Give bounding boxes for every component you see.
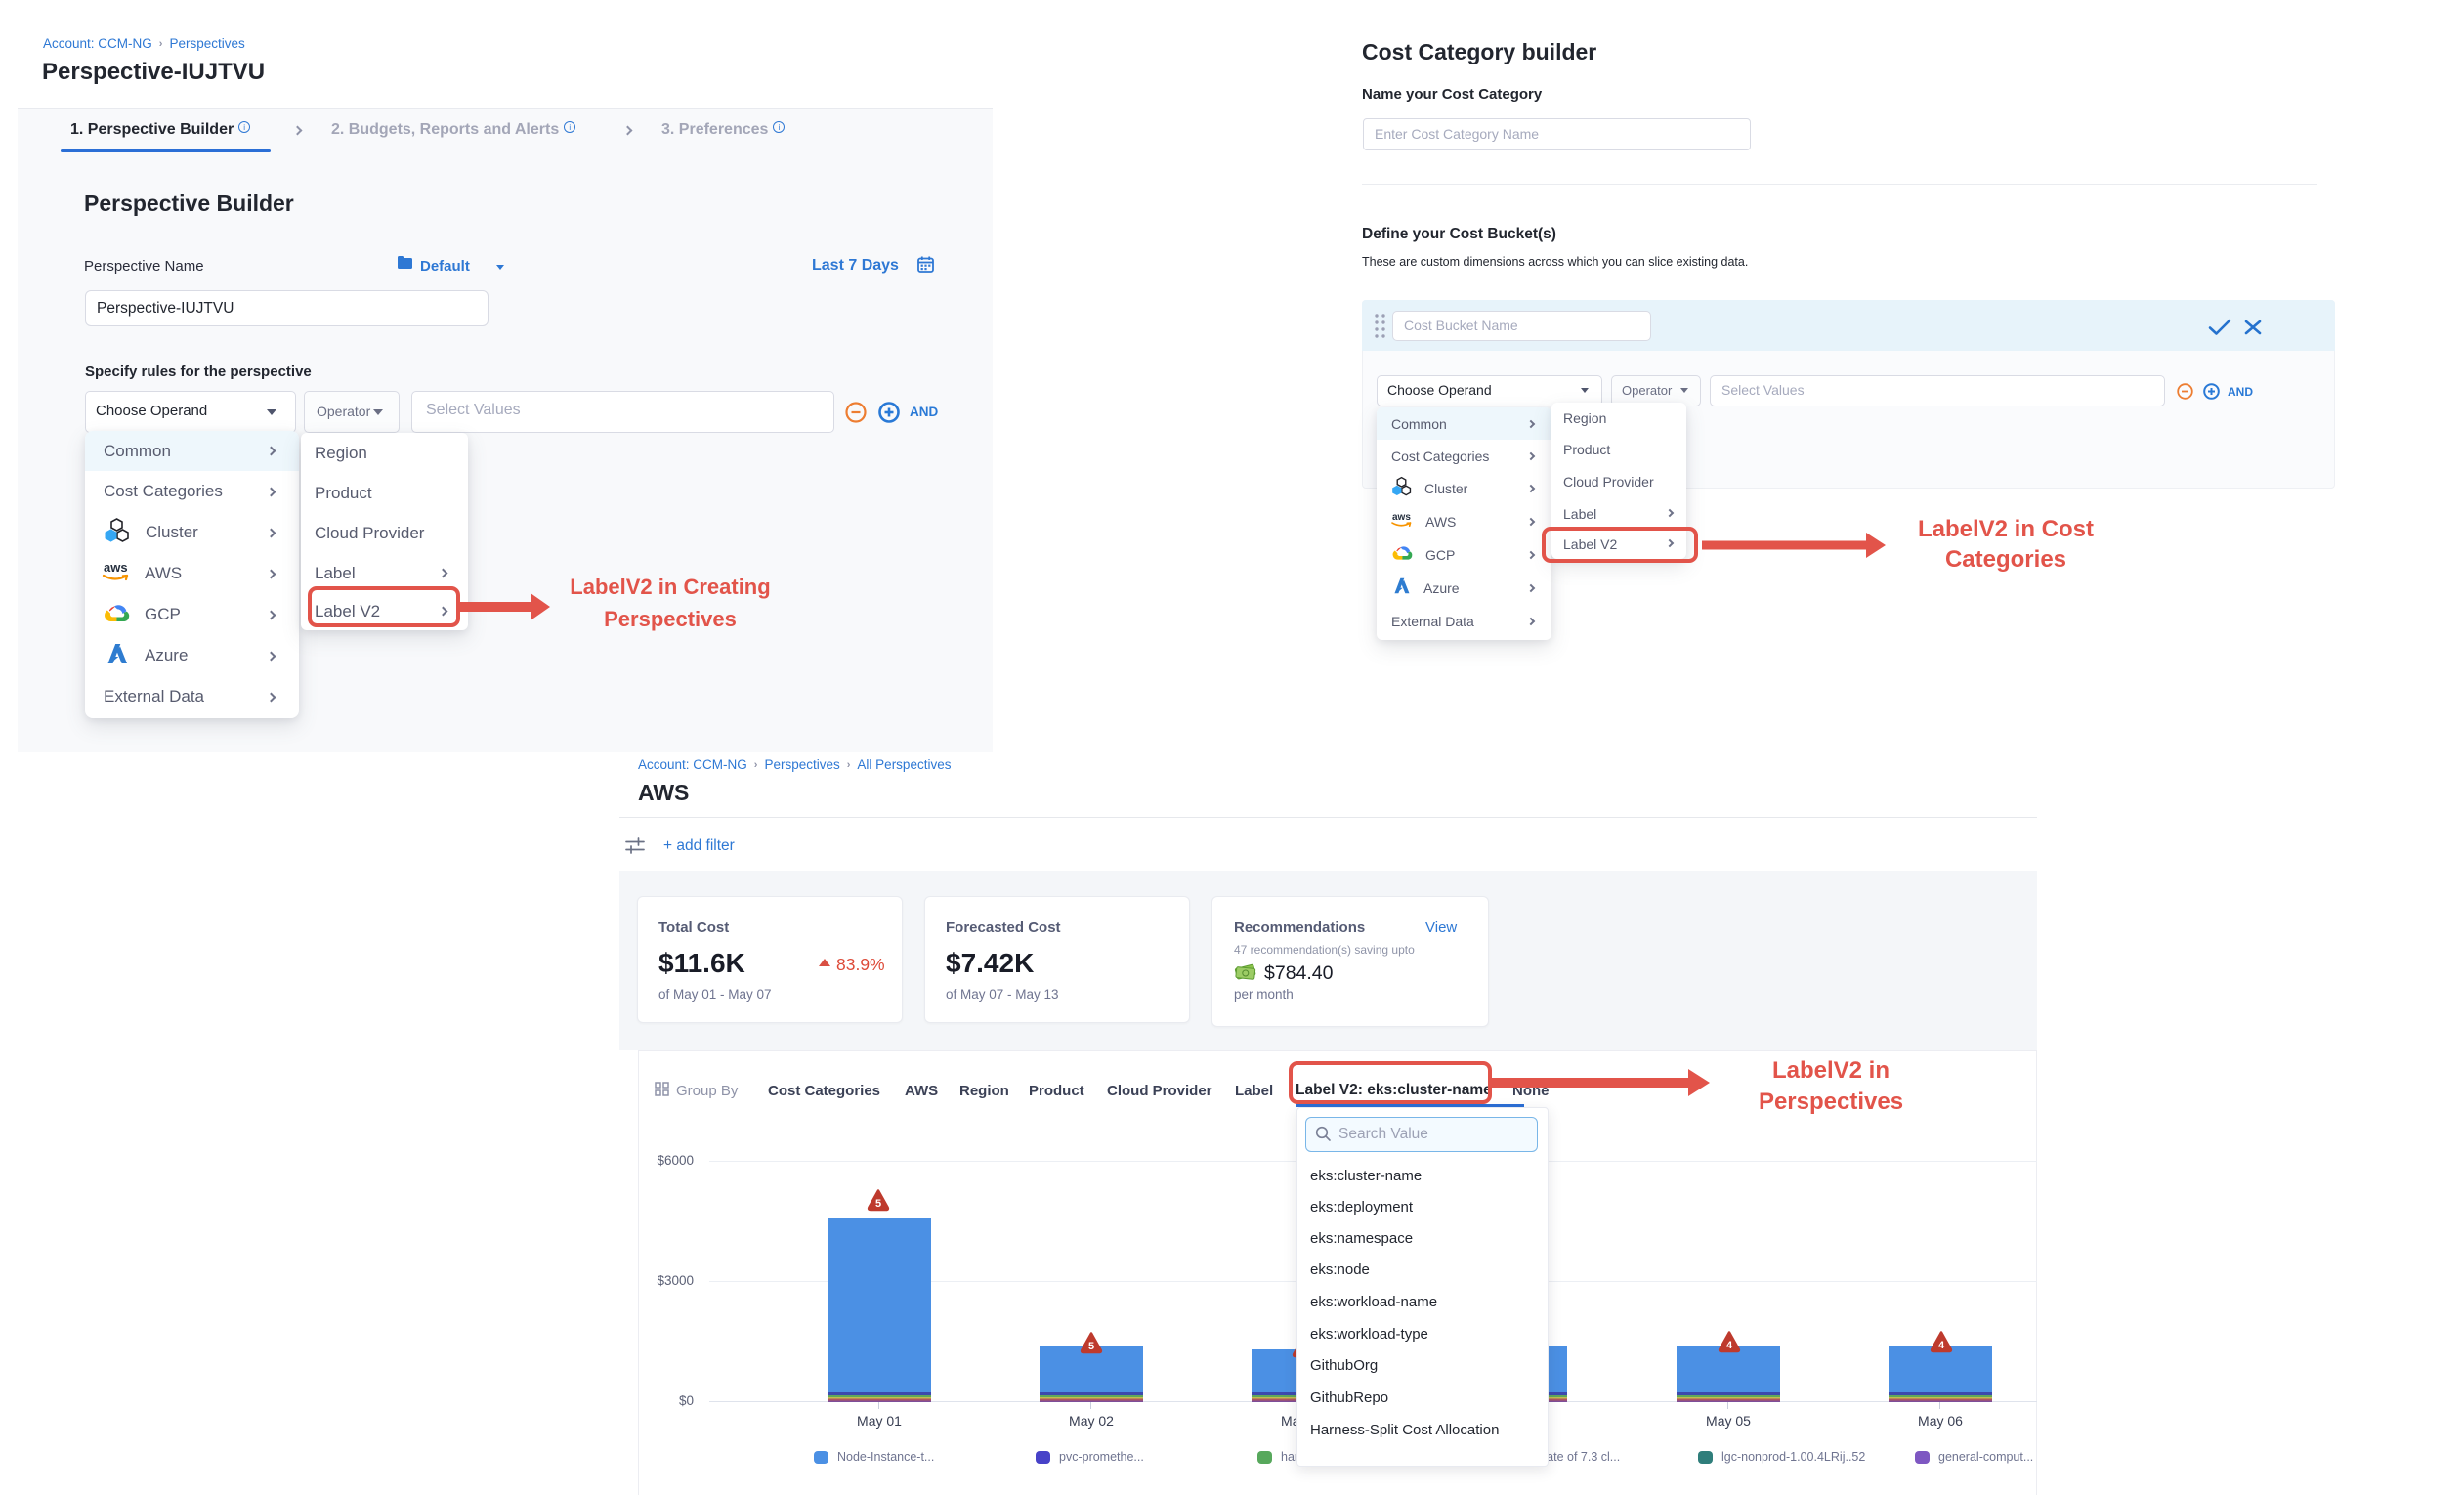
svg-text:4: 4 xyxy=(1938,1340,1945,1351)
svg-text:5: 5 xyxy=(1088,1341,1094,1352)
svg-text:aws: aws xyxy=(104,560,128,575)
svg-text:aws: aws xyxy=(1392,512,1411,523)
svg-text:4: 4 xyxy=(1726,1340,1733,1351)
svg-text:5: 5 xyxy=(875,1198,881,1210)
